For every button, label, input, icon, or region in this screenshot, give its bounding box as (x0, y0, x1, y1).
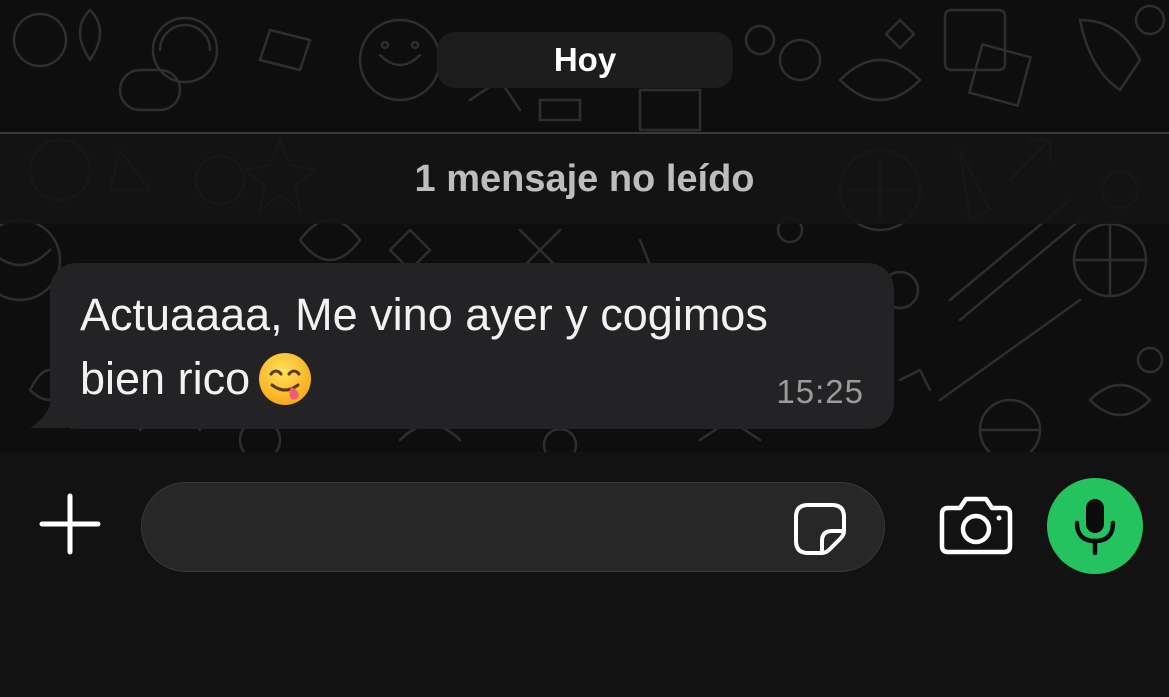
voice-message-button[interactable] (1047, 478, 1143, 574)
message-timestamp: 15:25 (776, 373, 864, 410)
message-input[interactable] (170, 483, 794, 573)
plus-icon (39, 493, 101, 555)
camera-icon (939, 496, 1013, 555)
date-separator: Hoy (437, 32, 733, 88)
date-separator-label: Hoy (553, 41, 617, 78)
face-savoring-food-emoji-icon (258, 352, 312, 423)
message-text: Actuaaaa, Me vino ayer y cogimos bien ri… (80, 283, 870, 423)
chat-area[interactable]: Hoy 1 mensaje no leído Actuaaaa, Me vino… (0, 0, 1169, 452)
unread-messages-label: 1 mensaje no leído (414, 157, 755, 200)
message-input-field[interactable] (141, 482, 885, 573)
attach-plus-button[interactable] (38, 492, 102, 556)
incoming-message-bubble[interactable]: Actuaaaa, Me vino ayer y cogimos bien ri… (50, 263, 894, 429)
camera-button[interactable] (938, 494, 1014, 556)
unread-messages-banner: 1 mensaje no leído (0, 132, 1169, 224)
message-text-content: Actuaaaa, Me vino ayer y cogimos bien ri… (80, 289, 768, 404)
microphone-icon (1074, 499, 1116, 555)
sticker-button[interactable] (792, 501, 848, 557)
sticker-icon (794, 503, 846, 555)
